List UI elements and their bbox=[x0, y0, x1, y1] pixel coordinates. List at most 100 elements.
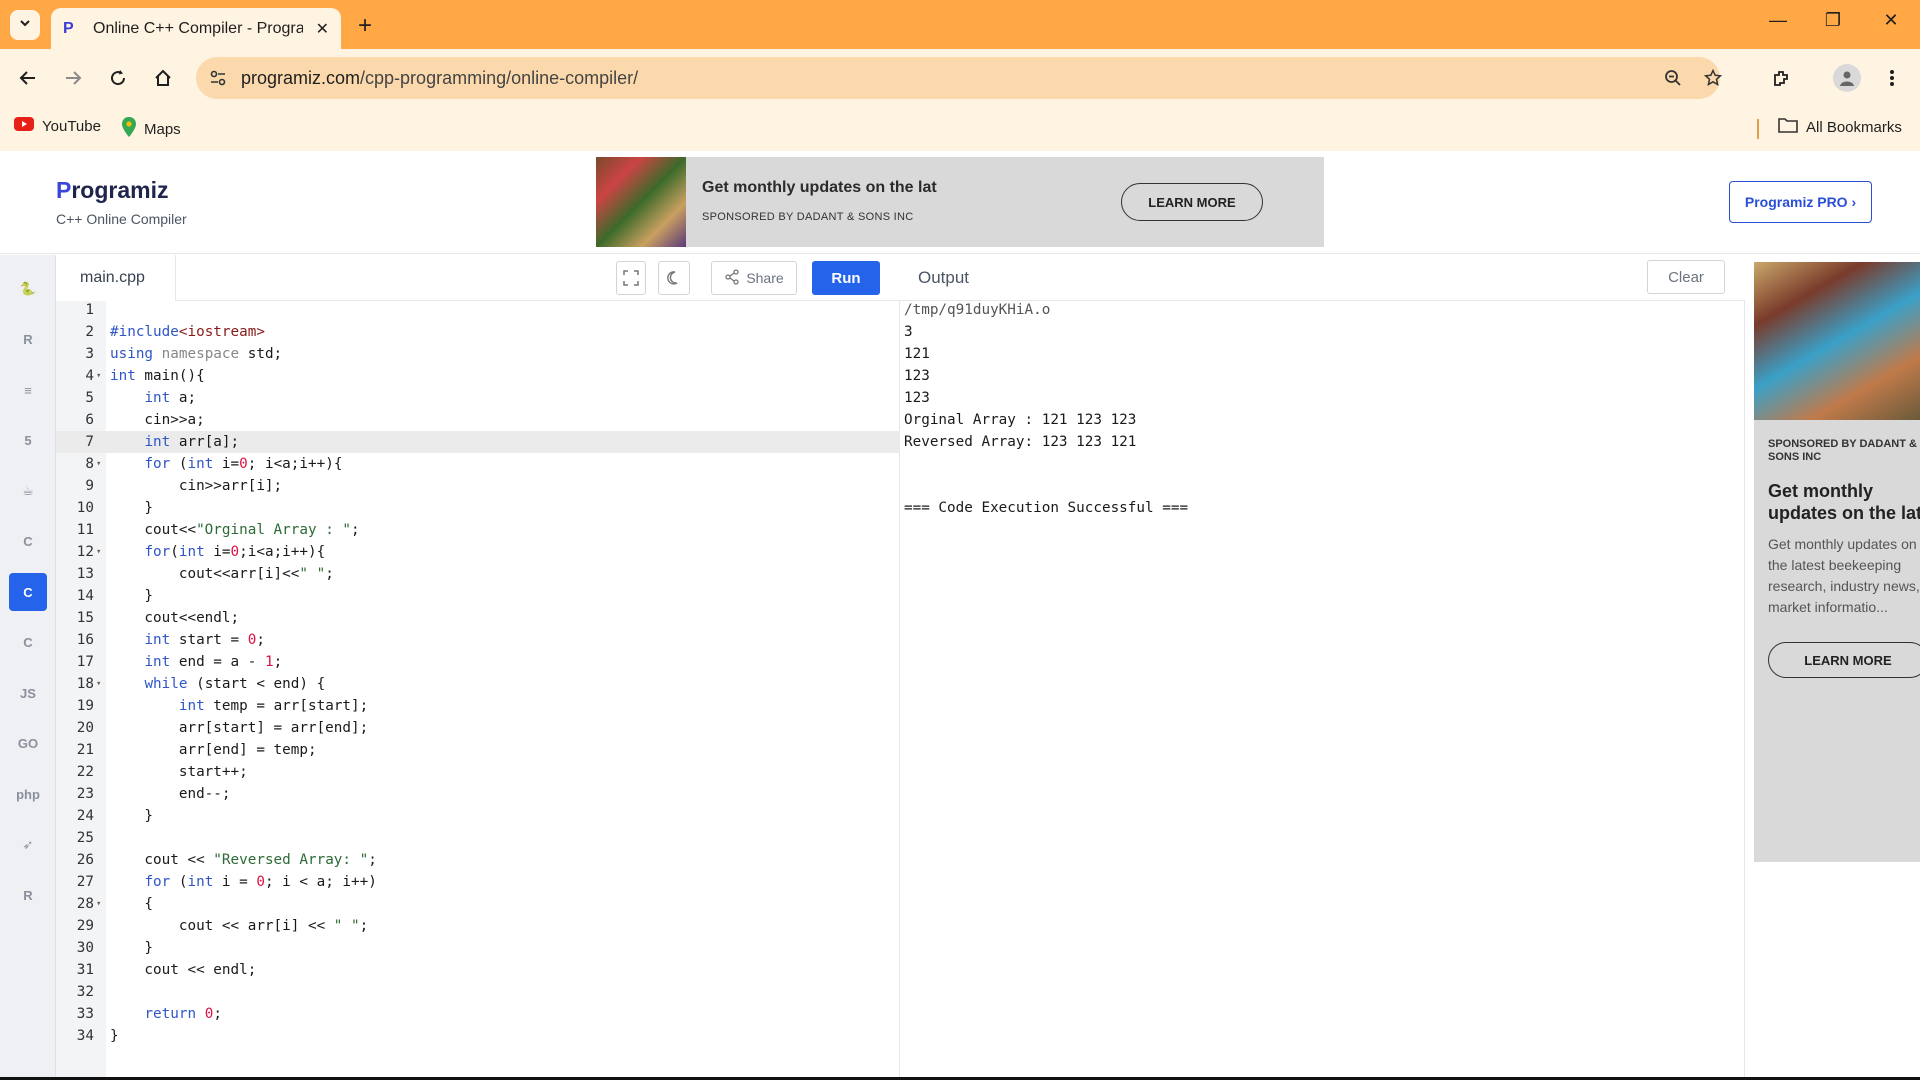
url-text: programiz.com/cpp-programming/online-com… bbox=[241, 68, 639, 88]
code-line[interactable]: 7 int arr[a]; bbox=[56, 431, 900, 453]
r-icon[interactable]: R bbox=[9, 321, 47, 359]
browser-tab-strip: P Online C++ Compiler - Programiz ✕ + — … bbox=[0, 0, 1920, 49]
code-line[interactable]: 17 int end = a - 1; bbox=[56, 651, 900, 673]
code-line[interactable]: 2 #include<iostream> bbox=[56, 321, 900, 343]
code-line[interactable]: 12 ▾ for(int i=0;i<a;i++){ bbox=[56, 541, 900, 563]
html-icon[interactable]: 5 bbox=[9, 422, 47, 460]
php-icon[interactable]: php bbox=[9, 775, 47, 813]
code-line[interactable]: 4 ▾ int main(){ bbox=[56, 365, 900, 387]
youtube-icon bbox=[14, 117, 34, 135]
banner-learn-more-button[interactable]: LEARN MORE bbox=[1121, 183, 1263, 221]
fold-arrow-icon[interactable]: ▾ bbox=[96, 365, 101, 387]
js-icon[interactable]: JS bbox=[9, 674, 47, 712]
zoom-icon[interactable] bbox=[1662, 67, 1684, 89]
code-text: #include<iostream> bbox=[110, 324, 265, 340]
code-line[interactable]: 34} bbox=[56, 1025, 900, 1047]
code-line[interactable]: 14 } bbox=[56, 585, 900, 607]
code-line[interactable]: 6 cin>>a; bbox=[56, 409, 900, 431]
output-line: 121 bbox=[904, 346, 930, 362]
code-line[interactable]: 10 } bbox=[56, 497, 900, 519]
code-line[interactable]: 31 cout << endl; bbox=[56, 959, 900, 981]
code-text: cout << "Reversed Array: "; bbox=[110, 852, 377, 868]
fold-arrow-icon[interactable]: ▾ bbox=[96, 541, 101, 563]
tab-title: Online C++ Compiler - Programiz bbox=[93, 19, 303, 37]
output-title: Output bbox=[918, 268, 970, 287]
code-line[interactable]: 8 ▾ for (int i=0; i<a;i++){ bbox=[56, 453, 900, 475]
code-line[interactable]: 33 return 0; bbox=[56, 1003, 900, 1025]
cpp-icon[interactable]: C bbox=[9, 573, 47, 611]
fullscreen-icon[interactable] bbox=[616, 261, 646, 295]
code-line[interactable]: 28 ▾ { bbox=[56, 893, 900, 915]
code-line[interactable]: 13 cout<<arr[i]<<" "; bbox=[56, 563, 900, 585]
browser-tab-active[interactable]: P Online C++ Compiler - Programiz ✕ bbox=[51, 8, 341, 49]
code-line[interactable]: 11 cout<<"Orginal Array : "; bbox=[56, 519, 900, 541]
extensions-icon[interactable] bbox=[1767, 64, 1795, 92]
back-icon[interactable] bbox=[14, 64, 42, 92]
restore-icon[interactable]: ❐ bbox=[1813, 10, 1853, 31]
tab-search-button[interactable] bbox=[10, 10, 40, 40]
code-line[interactable]: 29 cout << arr[i] << " "; bbox=[56, 915, 900, 937]
code-line[interactable]: 9 cin>>arr[i]; bbox=[56, 475, 900, 497]
code-line[interactable]: 23 end--; bbox=[56, 783, 900, 805]
close-tab-icon[interactable]: ✕ bbox=[316, 19, 329, 39]
site-info-icon[interactable] bbox=[208, 68, 228, 88]
bookmark-star-icon[interactable] bbox=[1702, 67, 1724, 89]
new-tab-icon[interactable]: + bbox=[352, 12, 378, 40]
address-bar[interactable]: programiz.com/cpp-programming/online-com… bbox=[196, 57, 1722, 99]
programiz-pro-button[interactable]: Programiz PRO › bbox=[1729, 181, 1872, 223]
code-line[interactable]: 25 bbox=[56, 827, 900, 849]
code-line[interactable]: 27 for (int i = 0; i < a; i++) bbox=[56, 871, 900, 893]
dark-mode-icon[interactable] bbox=[658, 261, 690, 295]
code-text: cin>>arr[i]; bbox=[110, 478, 283, 494]
fold-arrow-icon[interactable]: ▾ bbox=[96, 673, 101, 695]
output-panel[interactable]: /tmp/q91duyKHiA.o 3 121 123 123 Orginal Array… bbox=[900, 301, 1745, 1080]
code-text: using namespace std; bbox=[110, 346, 283, 362]
code-line[interactable]: 5 int a; bbox=[56, 387, 900, 409]
fold-arrow-icon[interactable]: ▾ bbox=[96, 893, 101, 915]
clear-button[interactable]: Clear bbox=[1647, 260, 1725, 294]
file-tab-main-cpp[interactable]: main.cpp bbox=[56, 255, 176, 301]
code-line[interactable]: 15 cout<<endl; bbox=[56, 607, 900, 629]
code-line[interactable]: 1 bbox=[56, 299, 900, 321]
minimize-icon[interactable]: — bbox=[1758, 10, 1798, 31]
code-line[interactable]: 19 int temp = arr[start]; bbox=[56, 695, 900, 717]
code-line[interactable]: 16 int start = 0; bbox=[56, 629, 900, 651]
side-ad[interactable]: SPONSORED BY DADANT & SONS INC Get month… bbox=[1754, 262, 1920, 862]
code-line[interactable]: 18 ▾ while (start < end) { bbox=[56, 673, 900, 695]
java-icon[interactable]: ☕ bbox=[9, 472, 47, 510]
code-line[interactable]: 21 arr[end] = temp; bbox=[56, 739, 900, 761]
csharp-icon[interactable]: C bbox=[9, 624, 47, 662]
profile-avatar-icon[interactable] bbox=[1833, 64, 1861, 92]
bookmark-maps[interactable]: Maps bbox=[122, 117, 181, 141]
all-bookmarks-button[interactable]: All Bookmarks bbox=[1778, 117, 1902, 137]
run-button[interactable]: Run bbox=[812, 261, 880, 295]
code-line[interactable]: 32 bbox=[56, 981, 900, 1003]
code-line[interactable]: 24 } bbox=[56, 805, 900, 827]
code-text: cout<<endl; bbox=[110, 610, 240, 626]
code-editor[interactable]: 1 2 #include<iostream> 3 using namespace std… bbox=[56, 301, 900, 1080]
browser-menu-icon[interactable] bbox=[1878, 64, 1906, 92]
python-icon[interactable]: 🐍 bbox=[9, 270, 47, 308]
c-icon[interactable]: C bbox=[9, 523, 47, 561]
code-line[interactable]: 3 using namespace std; bbox=[56, 343, 900, 365]
code-line[interactable]: 26 cout << "Reversed Array: "; bbox=[56, 849, 900, 871]
rust-icon[interactable]: R bbox=[9, 876, 47, 914]
go-icon[interactable]: GO bbox=[9, 725, 47, 763]
output-line: === Code Execution Successful === bbox=[904, 500, 1189, 516]
code-text: int temp = arr[start]; bbox=[178, 698, 369, 714]
top-banner-ad[interactable]: Get monthly updates on the lat SPONSORED… bbox=[596, 157, 1324, 247]
programiz-logo[interactable]: Programiz bbox=[56, 177, 168, 204]
forward-icon[interactable] bbox=[59, 64, 87, 92]
code-line[interactable]: 30 } bbox=[56, 937, 900, 959]
code-line[interactable]: 20 arr[start] = arr[end]; bbox=[56, 717, 900, 739]
code-line[interactable]: 22 start++; bbox=[56, 761, 900, 783]
close-window-icon[interactable]: ✕ bbox=[1871, 10, 1911, 31]
reload-icon[interactable] bbox=[104, 64, 132, 92]
share-button[interactable]: Share bbox=[711, 261, 797, 295]
home-icon[interactable] bbox=[149, 64, 177, 92]
side-ad-learn-more-button[interactable]: LEARN MORE bbox=[1768, 642, 1920, 678]
swift-icon[interactable]: ➶ bbox=[9, 826, 47, 864]
sql-icon[interactable]: ≡ bbox=[9, 371, 47, 409]
bookmark-youtube[interactable]: YouTube bbox=[14, 117, 101, 135]
fold-arrow-icon[interactable]: ▾ bbox=[96, 453, 101, 475]
